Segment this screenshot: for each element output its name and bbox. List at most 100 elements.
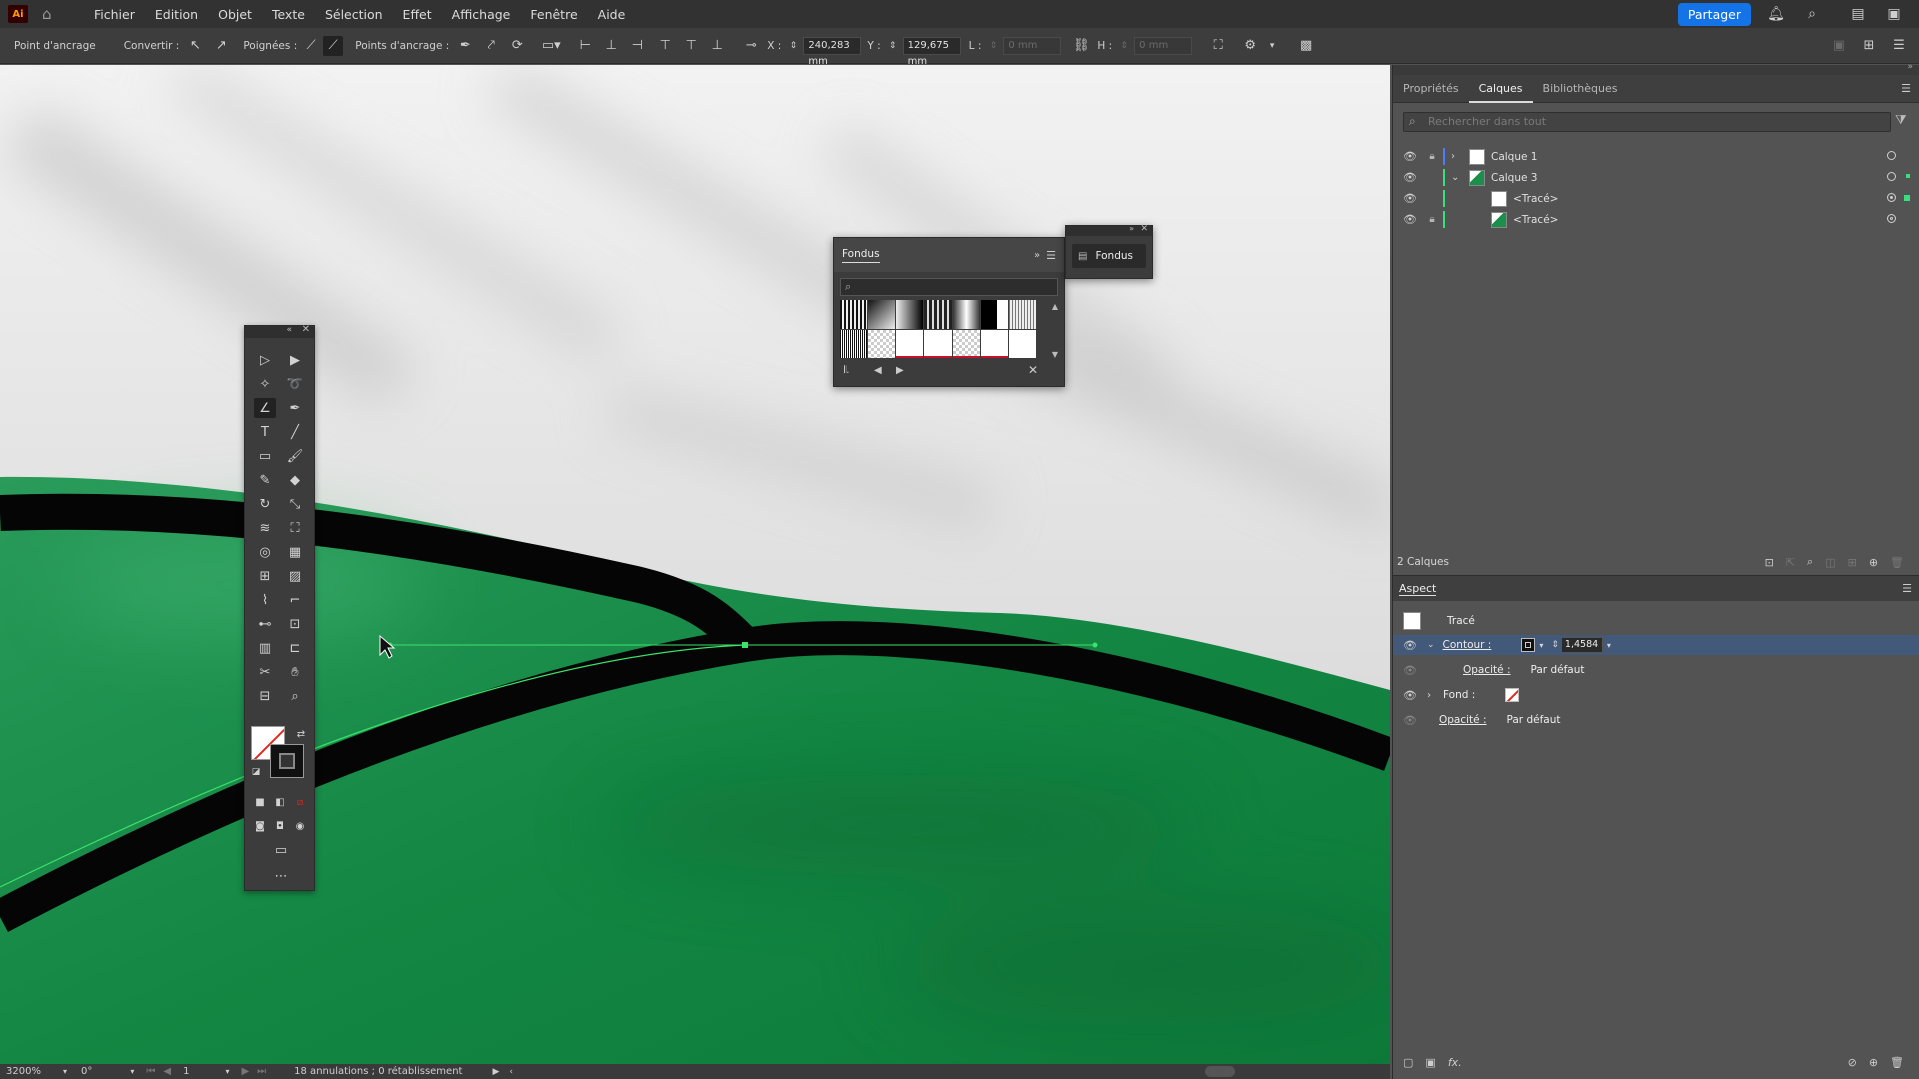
expand-mini-icon[interactable]: »: [1129, 224, 1134, 233]
zoom-tool-icon[interactable]: ⌕: [284, 686, 306, 706]
print-tiling-tool-icon[interactable]: ⊟: [254, 686, 276, 706]
line-tool-icon[interactable]: ╱: [284, 422, 306, 442]
new-stroke-icon[interactable]: ▢: [1403, 1056, 1413, 1069]
fill-none-swatch[interactable]: [1505, 688, 1520, 702]
panel-toggle-icon[interactable]: ▣: [1883, 5, 1905, 23]
lasso-tool-icon[interactable]: ➰: [284, 374, 306, 394]
draw-normal-icon[interactable]: ◙: [249, 816, 271, 836]
hand-tool-icon[interactable]: ✋︎: [284, 662, 306, 682]
panel-menu-icon[interactable]: ☰: [1902, 582, 1912, 595]
h-stepper-icon[interactable]: ⇕: [1114, 36, 1134, 56]
layer-name[interactable]: <Tracé>: [1513, 214, 1558, 226]
w-stepper-icon[interactable]: ⇕: [983, 36, 1003, 56]
eyedropper-tool-icon[interactable]: ⌇: [254, 590, 276, 610]
arrange-icon[interactable]: ▣: [1829, 36, 1849, 56]
next-artboard-icon[interactable]: ▶: [241, 1066, 249, 1077]
free-transform-tool-icon[interactable]: ⛶: [284, 518, 306, 538]
prev-artboard-icon[interactable]: ◀: [163, 1066, 171, 1077]
align-bottom-icon[interactable]: ⊥: [707, 36, 727, 56]
last-artboard-icon[interactable]: ⏭: [257, 1066, 266, 1077]
measure-tool-icon[interactable]: ⌐: [284, 590, 306, 610]
menu-selection[interactable]: Sélection: [315, 7, 393, 22]
align-left-icon[interactable]: ⊢: [575, 36, 595, 56]
y-stepper-icon[interactable]: ⇕: [883, 36, 903, 56]
chevron-right-icon[interactable]: ›: [1451, 151, 1463, 162]
align-right-icon[interactable]: ⊣: [627, 36, 647, 56]
menu-affichage[interactable]: Affichage: [442, 7, 521, 22]
tools-panel-header[interactable]: « ✕: [245, 324, 314, 338]
direct-selection-tool-icon[interactable]: ▶: [284, 350, 306, 370]
gradient-mode-icon[interactable]: ◧: [269, 792, 291, 812]
stroke-weight-field[interactable]: 1,4584 p: [1560, 637, 1603, 653]
chevron-down-icon[interactable]: ▾: [1607, 641, 1611, 650]
chevron-right-icon[interactable]: ›: [1427, 690, 1431, 701]
shaper-tool-icon[interactable]: ✎: [254, 470, 276, 490]
isolate-icon[interactable]: ▭▾: [541, 36, 561, 56]
fondus-title[interactable]: Fondus: [842, 248, 880, 263]
share-button[interactable]: Partager: [1677, 2, 1751, 26]
selection-indicator[interactable]: [1906, 174, 1910, 178]
layers-search-input[interactable]: Rechercher dans tout: [1403, 112, 1891, 132]
opacity2-label[interactable]: Opacité :: [1439, 714, 1487, 726]
brush-search-input[interactable]: ⌕: [840, 278, 1058, 296]
target-circle-icon[interactable]: [1887, 172, 1896, 181]
collapse-icon[interactable]: «: [286, 325, 292, 335]
aspect-title[interactable]: Aspect: [1399, 582, 1437, 596]
trash-icon[interactable]: 🗑︎: [1890, 1056, 1904, 1069]
fx-icon[interactable]: fx.: [1448, 1056, 1462, 1069]
brush-swatches[interactable]: [840, 300, 1036, 358]
panel-menu-icon[interactable]: ☰: [1046, 249, 1056, 262]
perspective-grid-tool-icon[interactable]: ▦: [284, 542, 306, 562]
color-mode-icon[interactable]: ■: [249, 792, 271, 812]
artwork[interactable]: [0, 65, 1390, 1064]
transform-icon[interactable]: ⛶: [1208, 36, 1228, 56]
menu-texte[interactable]: Texte: [262, 7, 315, 22]
contour-label[interactable]: Contour :: [1443, 639, 1492, 651]
swap-colors-icon[interactable]: ⇄: [290, 724, 312, 744]
options-icon[interactable]: ⊞: [1859, 36, 1879, 56]
chevron-down-icon[interactable]: ⌄: [1427, 640, 1435, 650]
selection-tool-icon[interactable]: ▷: [254, 350, 276, 370]
duplicate-item-icon[interactable]: ⊕: [1869, 1056, 1878, 1069]
visibility-eye-icon[interactable]: 👁︎: [1403, 664, 1417, 677]
scroll-up-icon[interactable]: ▲: [1052, 302, 1058, 311]
clear-appearance-icon[interactable]: ⊘: [1848, 1056, 1857, 1069]
chevron-down-icon[interactable]: ⌄: [1451, 172, 1463, 183]
split-path-icon[interactable]: ⤤: [481, 36, 501, 56]
y-field[interactable]: 129,675 mm: [902, 36, 961, 67]
library-icon[interactable]: 𝄃.: [844, 365, 849, 376]
new-fill-icon[interactable]: ▣: [1425, 1056, 1435, 1069]
cut-path-icon[interactable]: ⟳: [507, 36, 527, 56]
show-handles-icon[interactable]: ⟋: [301, 36, 321, 56]
lock-icon[interactable]: 🔒︎: [1425, 214, 1439, 225]
close-icon[interactable]: ✕: [302, 324, 310, 335]
artboard-number[interactable]: 1: [183, 1066, 189, 1077]
status-menu-icon[interactable]: ▶: [492, 1067, 499, 1077]
clipping-mask-icon[interactable]: ◫: [1825, 556, 1835, 569]
artboard-canvas[interactable]: « ✕ ▷ ▶ ✧ ➰ ∠ ✒ T ╱ ▭ 🖌︎ ✎ ◆ ↻ ⤡ ≋ ⛶ ◎ ▦…: [0, 65, 1390, 1064]
rotation-value[interactable]: 0°: [81, 1066, 92, 1077]
mesh-tool-icon[interactable]: ⊞: [254, 566, 276, 586]
rotation-dropdown-icon[interactable]: ▾: [130, 1067, 134, 1076]
remove-anchor-icon[interactable]: ✒: [455, 36, 475, 56]
export-icon[interactable]: ⇱: [1786, 556, 1795, 569]
scale-tool-icon[interactable]: ⤡: [284, 494, 306, 514]
align-hcenter-icon[interactable]: ⊥: [601, 36, 621, 56]
trash-icon[interactable]: 🗑︎: [1890, 556, 1904, 569]
anchor-point-tool-icon[interactable]: ∠: [254, 398, 276, 418]
more-tools-icon[interactable]: ⋯: [269, 866, 293, 886]
graph-tool-icon[interactable]: ▥: [254, 638, 276, 658]
warp-tool-icon[interactable]: ≋: [254, 518, 276, 538]
visibility-eye-icon[interactable]: 👁︎: [1403, 192, 1417, 205]
visibility-eye-icon[interactable]: 👁︎: [1403, 689, 1417, 702]
type-tool-icon[interactable]: T: [254, 422, 276, 442]
link-proportions-icon[interactable]: ⛓: [1071, 36, 1091, 56]
draw-behind-icon[interactable]: ◘: [269, 816, 291, 836]
align-top-icon[interactable]: ⊤: [655, 36, 675, 56]
convert-corner-icon[interactable]: ↖: [185, 36, 205, 56]
blend-tool-icon[interactable]: ⊷: [254, 614, 276, 634]
menu-fenetre[interactable]: Fenêtre: [520, 7, 587, 22]
home-icon[interactable]: ⌂: [42, 6, 60, 22]
artboard-tool-icon[interactable]: ⊏: [284, 638, 306, 658]
layer-row-calque-1[interactable]: 👁︎ 🔒︎ › Calque 1: [1393, 146, 1919, 167]
